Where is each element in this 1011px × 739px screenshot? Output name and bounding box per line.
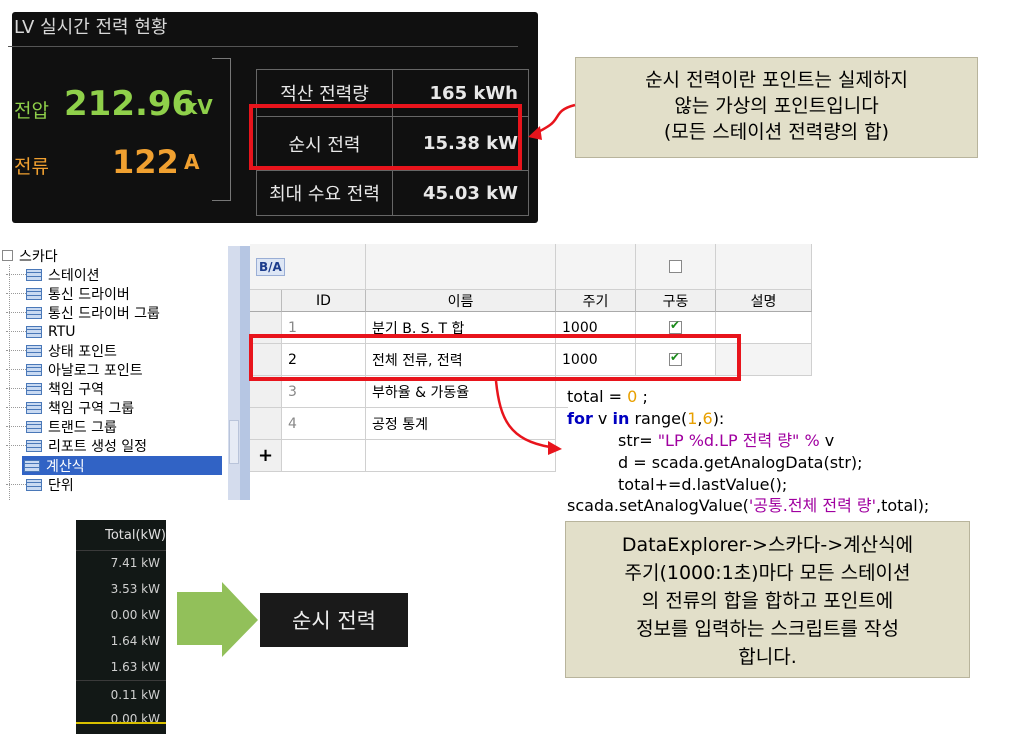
code-token: ; bbox=[637, 387, 648, 406]
divider bbox=[76, 550, 166, 551]
code-token: v bbox=[819, 431, 835, 450]
callout-line: 합니다. bbox=[738, 646, 797, 668]
code-line: total = 0 ; bbox=[567, 386, 648, 408]
code-token: range( bbox=[629, 409, 688, 428]
arrow-head-icon bbox=[548, 441, 562, 455]
callout-line: 정보를 입력하는 스크립트를 작성 bbox=[636, 618, 899, 640]
callout-arrow-code bbox=[494, 380, 551, 449]
code-token: ): bbox=[712, 409, 725, 428]
code-token: ,total); bbox=[876, 496, 930, 515]
code-number: 1 bbox=[687, 409, 698, 428]
callout-script-explanation: DataExplorer->스카다->계산식에 주기(1000:1초)마다 모든… bbox=[565, 521, 970, 678]
code-token: v bbox=[592, 409, 613, 428]
total-power-header: Total(kW) bbox=[105, 528, 166, 543]
code-line: for v in range(1,6): bbox=[567, 408, 724, 430]
code-line: total+=d.lastValue(); bbox=[618, 475, 788, 494]
right-arrow-icon bbox=[177, 582, 258, 657]
callout-line: 의 전류의 합을 합하고 포인트에 bbox=[641, 590, 894, 612]
code-string: '공통.전체 전력 량' bbox=[748, 496, 877, 515]
code-token: scada.setAnalogValue( bbox=[567, 496, 749, 515]
instant-power-tag: 순시 전력 bbox=[260, 593, 408, 647]
total-power-value: 0.11 kW bbox=[110, 688, 160, 702]
code-string: "LP %d.LP 전력 량" % bbox=[657, 431, 820, 450]
code-token: str= bbox=[618, 431, 658, 450]
callout-line: 주기(1000:1초)마다 모든 스테이션 bbox=[624, 562, 911, 584]
code-number: 0 bbox=[627, 387, 638, 406]
code-line: scada.setAnalogValue('공통.전체 전력 량',total)… bbox=[567, 495, 929, 517]
arrow-head-icon bbox=[528, 126, 542, 140]
callout-line: DataExplorer->스카다->계산식에 bbox=[621, 534, 914, 556]
code-keyword: for bbox=[567, 409, 593, 428]
code-token: total bbox=[567, 387, 604, 406]
code-line: str= "LP %d.LP 전력 량" % v bbox=[618, 430, 834, 452]
code-number: 6 bbox=[702, 409, 713, 428]
total-power-value: 1.64 kW bbox=[110, 634, 160, 648]
total-power-value: 3.53 kW bbox=[110, 582, 160, 596]
total-power-value: 0.00 kW bbox=[110, 608, 160, 622]
trend-line bbox=[76, 722, 166, 724]
total-power-value: 7.41 kW bbox=[110, 556, 160, 570]
total-power-value: 1.63 kW bbox=[110, 660, 160, 674]
code-line: d = scada.getAnalogData(str); bbox=[618, 453, 863, 472]
code-token: = bbox=[603, 387, 628, 406]
code-keyword: in bbox=[612, 409, 630, 428]
divider bbox=[76, 680, 166, 681]
